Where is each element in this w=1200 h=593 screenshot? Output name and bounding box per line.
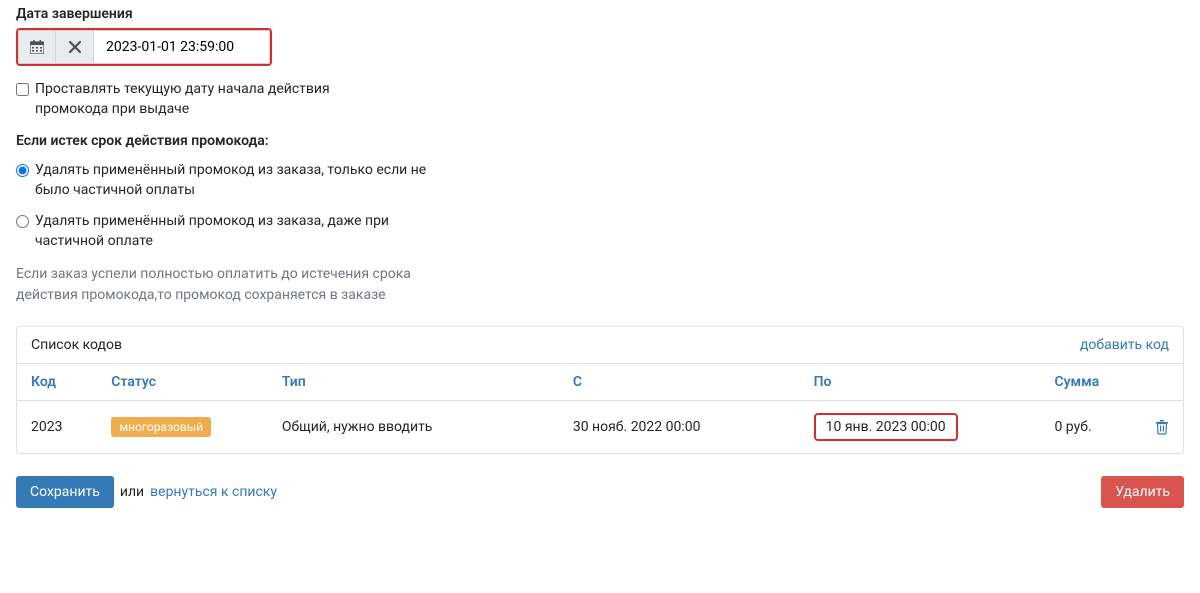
codes-panel-title: Список кодов — [31, 337, 122, 353]
footer-row: Сохранить или вернуться к списку Удалить — [16, 476, 1184, 508]
cell-sum: 0 руб. — [1040, 400, 1140, 453]
save-button[interactable]: Сохранить — [16, 476, 114, 508]
expired-help-text: Если заказ успели полностью оплатить до … — [16, 264, 426, 306]
trash-icon — [1155, 419, 1169, 435]
header-sum[interactable]: Сумма — [1040, 364, 1140, 401]
footer-or-text: или — [120, 484, 144, 500]
calendar-icon — [30, 40, 44, 54]
cell-to: 10 янв. 2023 00:00 — [800, 400, 1041, 453]
expired-section-label: Если истек срок действия промокода: — [16, 133, 1184, 149]
cell-from: 30 нояб. 2022 00:00 — [559, 400, 800, 453]
header-actions — [1141, 364, 1183, 401]
codes-table: Код Статус Тип С По Сумма 2023 многоразо… — [17, 364, 1183, 453]
expired-option2-radio[interactable] — [16, 215, 29, 228]
header-to[interactable]: По — [800, 364, 1041, 401]
expired-option2-row: Удалять применённый промокод из заказа, … — [16, 212, 1184, 251]
end-date-label: Дата завершения — [16, 6, 1184, 22]
header-from[interactable]: С — [559, 364, 800, 401]
footer-left: Сохранить или вернуться к списку — [16, 476, 277, 508]
status-badge: многоразовый — [111, 417, 211, 437]
header-type[interactable]: Тип — [268, 364, 559, 401]
expired-option1-label[interactable]: Удалять применённый промокод из заказа, … — [35, 161, 435, 200]
table-row: 2023 многоразовый Общий, нужно вводить 3… — [17, 400, 1183, 453]
end-date-input[interactable] — [94, 30, 270, 64]
delete-row-button[interactable] — [1155, 419, 1169, 435]
set-start-date-row: Проставлять текущую дату начала действия… — [16, 80, 1184, 119]
expired-option1-row: Удалять применённый промокод из заказа, … — [16, 161, 1184, 200]
delete-button[interactable]: Удалить — [1101, 476, 1184, 508]
end-date-input-group — [16, 28, 272, 66]
back-to-list-link[interactable]: вернуться к списку — [150, 484, 277, 500]
table-header-row: Код Статус Тип С По Сумма — [17, 364, 1183, 401]
codes-panel: Список кодов добавить код Код Статус Тип… — [16, 326, 1184, 454]
set-start-date-checkbox[interactable] — [16, 83, 29, 96]
codes-panel-header: Список кодов добавить код — [17, 327, 1183, 364]
cell-to-highlight: 10 янв. 2023 00:00 — [814, 413, 958, 441]
expired-option1-radio[interactable] — [16, 164, 29, 177]
set-start-date-label[interactable]: Проставлять текущую дату начала действия… — [35, 80, 395, 119]
end-date-group: Дата завершения — [16, 6, 1184, 66]
expired-option2-label[interactable]: Удалять применённый промокод из заказа, … — [35, 212, 435, 251]
close-icon — [69, 41, 81, 53]
cell-type: Общий, нужно вводить — [268, 400, 559, 453]
cell-code: 2023 — [17, 400, 97, 453]
clear-date-button[interactable] — [56, 30, 94, 64]
cell-actions — [1141, 400, 1183, 453]
header-status[interactable]: Статус — [97, 364, 268, 401]
header-code[interactable]: Код — [17, 364, 97, 401]
cell-status: многоразовый — [97, 400, 268, 453]
calendar-button[interactable] — [18, 30, 56, 64]
add-code-link[interactable]: добавить код — [1080, 337, 1169, 353]
